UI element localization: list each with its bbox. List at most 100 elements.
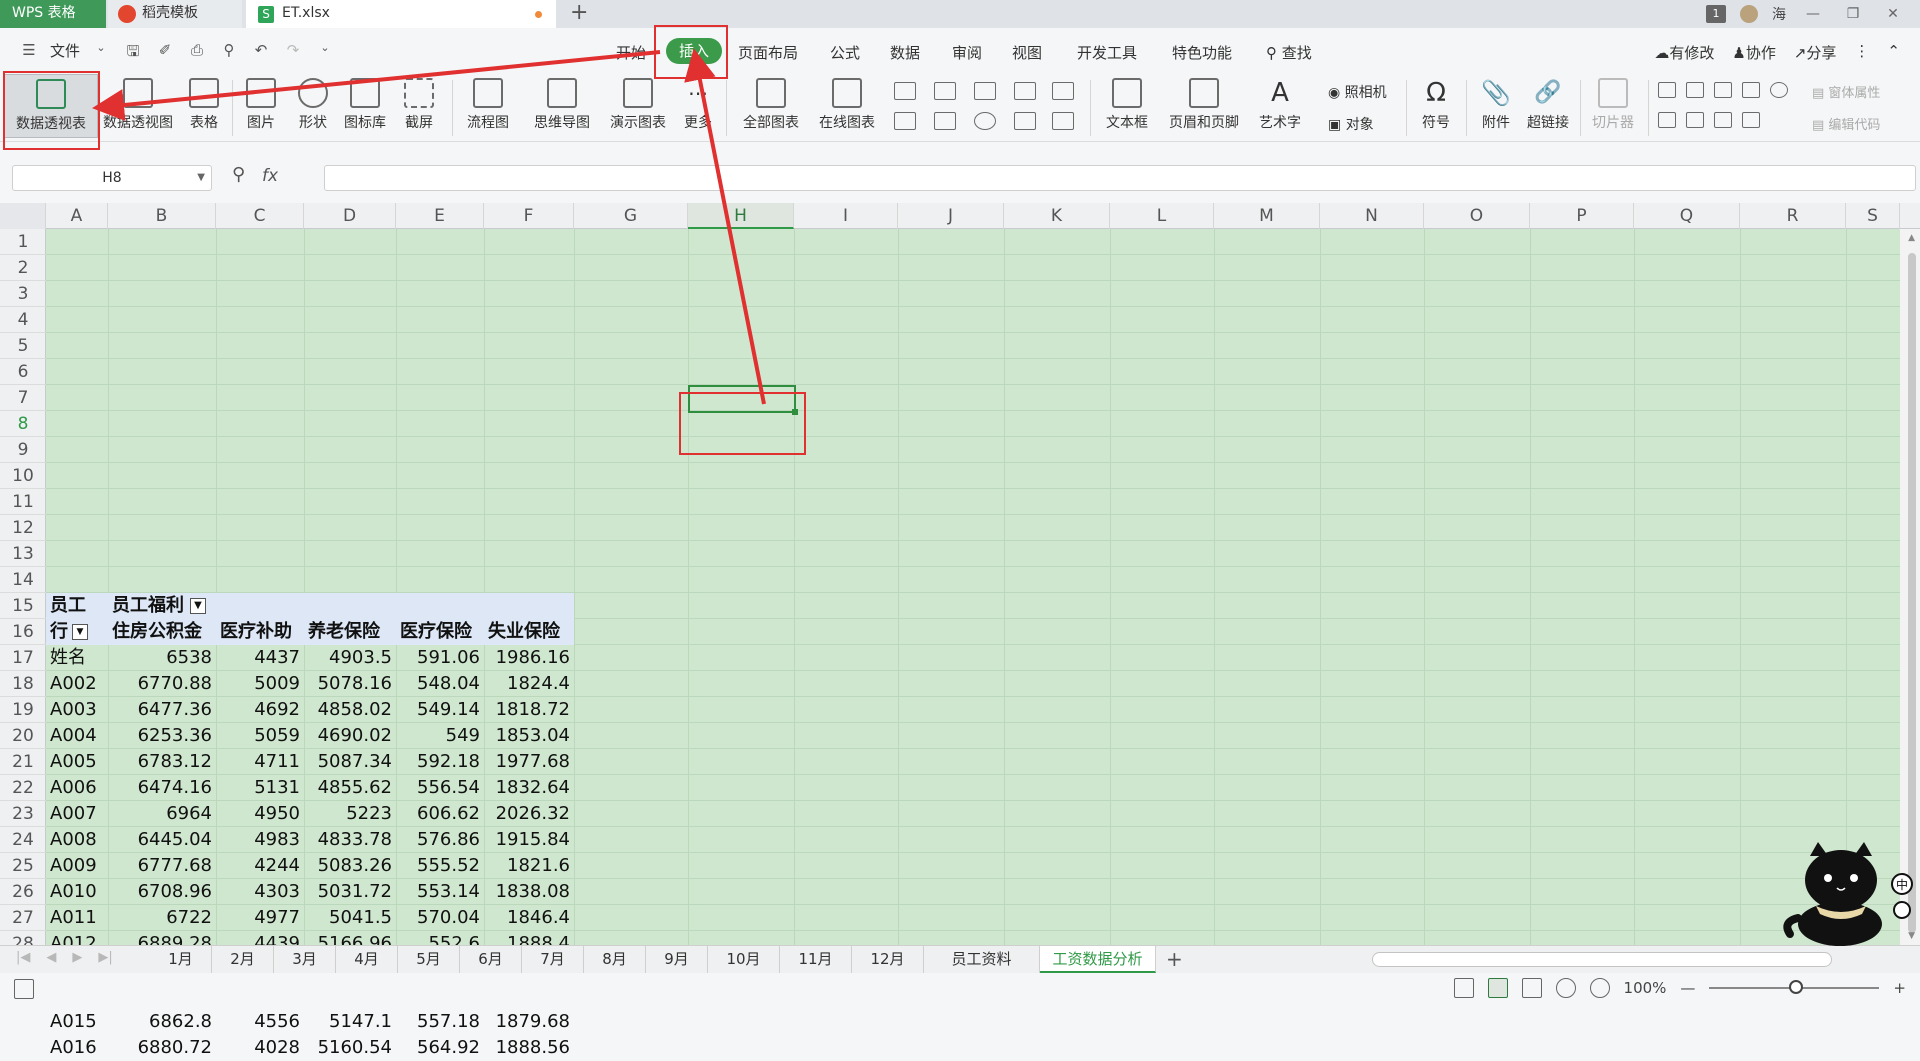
format-painter-icon[interactable]: ✐: [154, 41, 176, 61]
pivot-cell-unemployment[interactable]: 1818.72: [484, 697, 574, 723]
pivot-cell-pension[interactable]: 4903.5: [304, 645, 396, 671]
attachment-button[interactable]: 📎 附件: [1474, 78, 1518, 132]
listbox-control-icon[interactable]: [1658, 112, 1676, 128]
pivot-cell-pension[interactable]: 5087.34: [304, 749, 396, 775]
icon-library-button[interactable]: 图标库: [342, 78, 388, 132]
column-header-q[interactable]: Q: [1634, 203, 1740, 229]
row-header-18[interactable]: 18: [0, 671, 46, 697]
pivot-cell-row-label[interactable]: A016: [46, 1035, 108, 1061]
mindmap-button[interactable]: 思维导图: [526, 78, 598, 132]
row-header-25[interactable]: 25: [0, 853, 46, 879]
pivot-cell-unemployment[interactable]: 1821.6: [484, 853, 574, 879]
table-button[interactable]: 表格: [184, 78, 224, 132]
pivot-cell-row-label[interactable]: A003: [46, 697, 108, 723]
pivot-cell-medical-subsidy[interactable]: 4556: [216, 1009, 304, 1035]
column-header-h[interactable]: H: [688, 203, 794, 229]
row-header-22[interactable]: 22: [0, 775, 46, 801]
tab-wps-sheets[interactable]: WPS 表格: [0, 0, 106, 28]
menu-home[interactable]: 开始: [616, 42, 646, 63]
column-header-e[interactable]: E: [396, 203, 484, 229]
vertical-scroll-thumb[interactable]: [1908, 253, 1916, 933]
horizontal-scrollbar[interactable]: [1372, 952, 1832, 967]
column-header-n[interactable]: N: [1320, 203, 1424, 229]
pivot-cell-housing-fund[interactable]: 6862.8: [108, 1009, 216, 1035]
pivot-cell-row-label[interactable]: A002: [46, 671, 108, 697]
add-sheet-button[interactable]: +: [1166, 946, 1183, 972]
slicer-button[interactable]: 切片器: [1586, 78, 1640, 132]
pivot-cell-medical-insurance[interactable]: 549: [396, 723, 484, 749]
print-icon[interactable]: ⎙: [186, 41, 208, 61]
pivot-cell-housing-fund[interactable]: 6474.16: [108, 775, 216, 801]
camera-button[interactable]: ◉ 照相机: [1328, 82, 1387, 102]
radar-chart-icon[interactable]: [1014, 82, 1036, 100]
column-header-l[interactable]: L: [1110, 203, 1214, 229]
pivot-cell-unemployment[interactable]: 1879.68: [484, 1009, 574, 1035]
row-header-7[interactable]: 7: [0, 385, 46, 411]
new-tab-button[interactable]: +: [570, 0, 588, 26]
pivot-cell-medical-subsidy[interactable]: 4983: [216, 827, 304, 853]
menu-formula[interactable]: 公式: [830, 42, 860, 63]
pivot-cell-medical-subsidy[interactable]: 4950: [216, 801, 304, 827]
label-control-icon[interactable]: [1658, 82, 1676, 98]
pivot-table-button[interactable]: 数据透视表: [4, 74, 98, 138]
pivot-cell-row-label[interactable]: A007: [46, 801, 108, 827]
collapse-ribbon-icon[interactable]: ⌃: [1887, 42, 1900, 63]
row-header-4[interactable]: 4: [0, 307, 46, 333]
pivot-cell-row-label[interactable]: A005: [46, 749, 108, 775]
pivot-cell-pension[interactable]: 4690.02: [304, 723, 396, 749]
pivot-cell-unemployment[interactable]: 1977.68: [484, 749, 574, 775]
share-button[interactable]: ↗分享: [1794, 42, 1837, 63]
pivot-cell-medical-subsidy[interactable]: 4711: [216, 749, 304, 775]
more-button[interactable]: ⋯ 更多: [678, 78, 718, 132]
menu-dev-tools[interactable]: 开发工具: [1077, 42, 1137, 63]
hyperlink-button[interactable]: 🔗 超链接: [1522, 78, 1574, 132]
normal-view-icon[interactable]: [1487, 978, 1508, 998]
row-header-14[interactable]: 14: [0, 567, 46, 593]
column-header-o[interactable]: O: [1424, 203, 1530, 229]
has-changes-button[interactable]: ☁有修改: [1654, 42, 1714, 63]
zoom-level[interactable]: 100%: [1624, 979, 1667, 997]
row-header-12[interactable]: 12: [0, 515, 46, 541]
pivot-cell-medical-insurance[interactable]: 592.18: [396, 749, 484, 775]
scroll-up-icon[interactable]: ▲: [1908, 233, 1915, 243]
area-chart-icon[interactable]: [1052, 82, 1074, 100]
zoom-slider[interactable]: [1709, 980, 1880, 994]
name-box[interactable]: H8 ▼: [12, 165, 212, 191]
row-header-11[interactable]: 11: [0, 489, 46, 515]
pivot-cell-pension[interactable]: 5031.72: [304, 879, 396, 905]
pivot-cell-row-label[interactable]: A008: [46, 827, 108, 853]
scatter-chart-icon[interactable]: [1014, 112, 1036, 130]
picture-button[interactable]: 图片: [238, 78, 284, 132]
menu-view[interactable]: 视图: [1012, 42, 1042, 63]
textbox-button[interactable]: 文本框: [1098, 78, 1156, 132]
symbol-button[interactable]: Ω 符号: [1414, 78, 1458, 132]
sheet-tab[interactable]: 员工资料: [924, 946, 1040, 973]
pivot-cell-housing-fund[interactable]: 6538: [108, 645, 216, 671]
row-header-13[interactable]: 13: [0, 541, 46, 567]
pivot-cell-row-label[interactable]: 姓名: [46, 645, 108, 671]
pivot-cell-unemployment[interactable]: 1838.08: [484, 879, 574, 905]
pivot-cell-medical-insurance[interactable]: 553.14: [396, 879, 484, 905]
pivot-cell-unemployment[interactable]: 1888.56: [484, 1035, 574, 1061]
chevron-down-icon[interactable]: ⌄: [90, 41, 112, 61]
pivot-cell-pension[interactable]: 4833.78: [304, 827, 396, 853]
pivot-cell-housing-fund[interactable]: 6253.36: [108, 723, 216, 749]
row-header-8[interactable]: 8: [0, 411, 46, 437]
pie-chart-icon[interactable]: [974, 112, 996, 130]
menu-review[interactable]: 审阅: [952, 42, 982, 63]
menu-insert[interactable]: 插入: [666, 38, 722, 64]
pivot-cell-pension[interactable]: 4858.02: [304, 697, 396, 723]
column-chart-icon[interactable]: [894, 82, 916, 100]
column-header-g[interactable]: G: [574, 203, 688, 229]
zoom-out-icon[interactable]: —: [1680, 979, 1695, 997]
spinner-control-icon[interactable]: [1742, 112, 1760, 128]
pivot-cell-pension[interactable]: 5160.54: [304, 1035, 396, 1061]
sheet-tab[interactable]: 5月: [398, 946, 460, 973]
pivot-cell-medical-subsidy[interactable]: 4244: [216, 853, 304, 879]
pivot-cell-unemployment[interactable]: 1824.4: [484, 671, 574, 697]
pivot-row-label[interactable]: 行 ▼: [46, 619, 108, 645]
pivot-cell-medical-insurance[interactable]: 549.14: [396, 697, 484, 723]
object-button[interactable]: ▣ 对象: [1328, 114, 1374, 134]
row-header-9[interactable]: 9: [0, 437, 46, 463]
column-header-i[interactable]: I: [794, 203, 898, 229]
